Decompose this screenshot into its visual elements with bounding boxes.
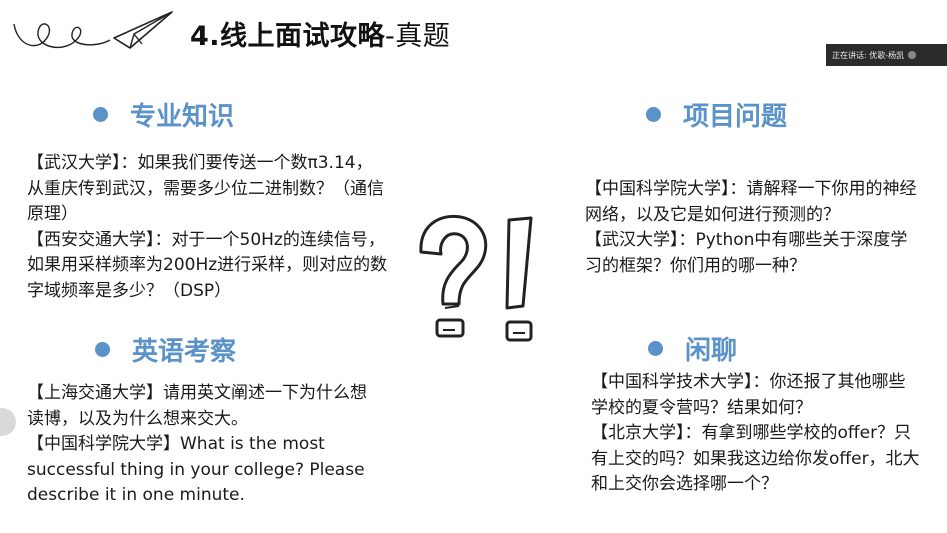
section-heading-project: 项目问题 [646,96,787,133]
question-paragraph: 【上海交通大学】请用英文阐述一下为什么想读博，以及为什么想来交大。 [27,383,367,429]
bullet-dot-icon [648,341,663,356]
section-body-chat: 【中国科学技术大学】：你还报了其他哪些学校的夏令营吗？结果如何？ 【北京大学】：… [591,370,921,498]
section-heading-label: 项目问题 [683,102,788,132]
section-body-professional: 【武汉大学】：如果我们要传送一个数π3.14，从重庆传到武汉，需要多少位二进制数… [27,151,389,304]
question-paragraph: 【武汉大学】：如果我们要传送一个数π3.14，从重庆传到武汉，需要多少位二进制数… [27,153,384,224]
bullet-dot-icon [93,107,108,122]
section-body-project: 【中国科学院大学】：请解释一下你用的神经网络，以及它是如何进行预测的？ 【武汉大… [585,177,917,279]
page-title: 4.线上面试攻略-真题 [190,14,450,53]
question-exclamation-icon [419,214,533,342]
question-paragraph: 【西安交通大学】：对于一个50Hz的连续信号，如果用采样频率为200Hz进行采样… [27,229,388,301]
question-paragraph: 【中国科学院大学】：请解释一下你用的神经网络，以及它是如何进行预测的？ [585,179,917,225]
section-heading-professional: 专业知识 [93,96,234,133]
section-heading-label: 闲聊 [685,336,738,366]
page-title-main: 4.线上面试攻略 [190,21,386,52]
question-paragraph: 【中国科学院大学】What is the most successful thi… [27,434,365,505]
question-paragraph: 【武汉大学】：Python中有哪些关于深度学习的框架？你们用的哪一种？ [585,230,908,276]
paper-plane-icon [13,11,173,49]
speaking-indicator: 正在讲话: 优歌-杨凯 [826,44,947,66]
section-heading-chat: 闲聊 [648,330,737,367]
section-body-english: 【上海交通大学】请用英文阐述一下为什么想读博，以及为什么想来交大。 【中国科学院… [27,381,382,509]
bullet-dot-icon [95,342,110,357]
page-title-suffix: -真题 [385,21,451,52]
section-heading-label: 英语考察 [132,337,237,367]
bullet-dot-icon [646,107,661,122]
microphone-icon [908,51,917,59]
side-panel-toggle[interactable] [0,408,16,436]
section-heading-label: 专业知识 [130,102,235,132]
question-paragraph: 【北京大学】：有拿到哪些学校的offer？只有上交的吗？如果我这边给你发offe… [591,423,920,494]
section-heading-english: 英语考察 [95,331,236,368]
speaking-label: 正在讲话: 优歌-杨凯 [832,50,905,60]
question-paragraph: 【中国科学技术大学】：你还报了其他哪些学校的夏令营吗？结果如何？ [591,372,906,418]
